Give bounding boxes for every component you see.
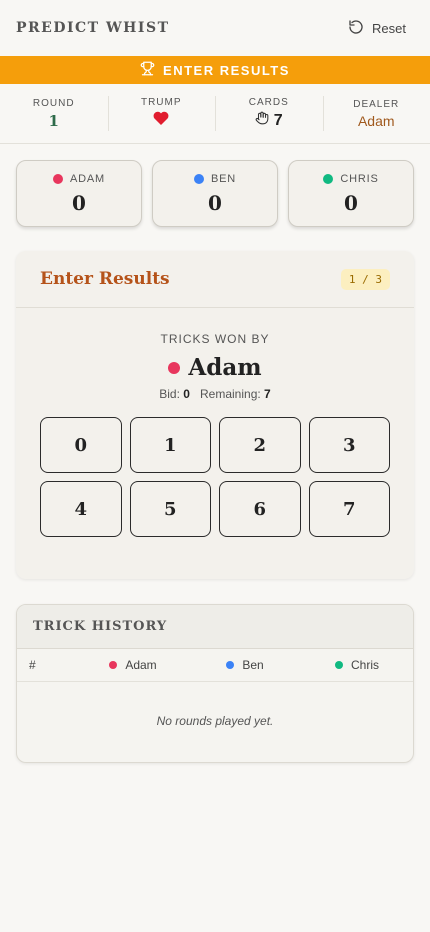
reset-icon bbox=[348, 19, 364, 38]
panel-header: Enter Results 1 / 3 bbox=[16, 251, 414, 308]
player-score: 0 bbox=[72, 190, 86, 215]
player-color-dot bbox=[193, 173, 204, 184]
cards-info-cell: CARDS 7 bbox=[215, 84, 323, 143]
player-color-dot bbox=[109, 661, 118, 669]
bid-label: Bid: bbox=[159, 387, 180, 401]
column-label: Adam bbox=[125, 658, 157, 672]
player-score: 0 bbox=[344, 190, 358, 215]
current-player-dot bbox=[168, 361, 181, 374]
banner-label: ENTER RESULTS bbox=[163, 62, 290, 78]
player-card-chris: CHRIS 0 bbox=[288, 160, 414, 227]
progress-badge: 1 / 3 bbox=[340, 268, 390, 290]
tricks-options: 0 1 2 3 4 5 6 7 bbox=[16, 417, 414, 537]
player-name: BEN bbox=[210, 172, 237, 185]
player-card-ben: BEN 0 bbox=[152, 160, 278, 227]
tricks-option-button[interactable]: 1 bbox=[129, 417, 211, 473]
tricks-won-label: TRICKS WON BY bbox=[160, 332, 270, 346]
cards-value: 7 bbox=[273, 111, 283, 129]
round-info-cell: ROUND 1 bbox=[0, 84, 108, 143]
history-columns: # Adam Ben Chris bbox=[17, 649, 413, 682]
tricks-option-button[interactable]: 6 bbox=[219, 481, 301, 537]
tricks-option-button[interactable]: 7 bbox=[308, 481, 390, 537]
tricks-option-button[interactable]: 5 bbox=[129, 481, 211, 537]
player-color-dot bbox=[226, 661, 235, 669]
column-chris: Chris bbox=[301, 658, 413, 672]
player-name-row: BEN bbox=[193, 172, 237, 185]
history-title: TRICK HISTORY bbox=[33, 619, 168, 634]
cards-value-wrap: 7 bbox=[255, 111, 283, 130]
reset-label: Reset bbox=[372, 20, 406, 36]
current-player: Adam bbox=[16, 354, 414, 381]
column-adam: Adam bbox=[77, 658, 189, 672]
tricks-option-button[interactable]: 3 bbox=[308, 417, 390, 473]
app-title: PREDICT WHIST bbox=[16, 20, 170, 36]
player-score: 0 bbox=[208, 190, 222, 215]
remaining-label: Remaining: bbox=[200, 387, 261, 401]
bid-line: Bid: 0 Remaining: 7 bbox=[16, 387, 414, 401]
enter-results-panel: Enter Results 1 / 3 TRICKS WON BY Adam B… bbox=[16, 251, 414, 579]
trick-history: TRICK HISTORY # Adam Ben Chris No rounds… bbox=[16, 604, 414, 763]
column-label: Ben bbox=[242, 658, 264, 672]
remaining-value: 7 bbox=[264, 387, 271, 401]
empty-history-message: No rounds played yet. bbox=[156, 714, 274, 728]
hand-icon bbox=[255, 111, 269, 130]
history-header: TRICK HISTORY bbox=[17, 605, 413, 649]
reset-button[interactable]: Reset bbox=[348, 13, 414, 44]
player-color-dot bbox=[323, 173, 334, 184]
player-color-dot bbox=[334, 661, 343, 669]
player-card-adam: ADAM 0 bbox=[16, 160, 142, 227]
dealer-label: DEALER bbox=[353, 98, 400, 110]
dealer-info-cell: DEALER Adam bbox=[322, 84, 430, 143]
column-label: Chris bbox=[350, 658, 379, 672]
cards-label: CARDS bbox=[248, 97, 289, 108]
trophy-icon bbox=[140, 61, 155, 79]
round-number-column: # bbox=[29, 658, 36, 672]
player-color-dot bbox=[53, 173, 63, 184]
player-name-row: CHRIS bbox=[323, 173, 378, 185]
panel-title: Enter Results bbox=[40, 269, 170, 289]
phase-banner: ENTER RESULTS bbox=[0, 56, 430, 84]
player-name: ADAM bbox=[70, 172, 105, 185]
tricks-option-button[interactable]: 4 bbox=[40, 481, 122, 537]
top-bar: PREDICT WHIST Reset bbox=[0, 0, 430, 56]
player-name: CHRIS bbox=[340, 172, 379, 185]
heart-icon bbox=[153, 111, 169, 130]
trump-info-cell: TRUMP bbox=[107, 84, 216, 143]
trump-label: TRUMP bbox=[140, 97, 182, 108]
dealer-value: Adam bbox=[357, 112, 395, 129]
tricks-option-button[interactable]: 2 bbox=[219, 417, 301, 473]
player-scores: ADAM 0 BEN 0 CHRIS 0 bbox=[0, 144, 430, 227]
round-value: 1 bbox=[48, 111, 59, 130]
round-info: ROUND 1 TRUMP CARDS 7 DEALER Adam bbox=[0, 84, 430, 144]
round-label: ROUND bbox=[32, 97, 75, 109]
tricks-option-button[interactable]: 0 bbox=[40, 417, 122, 473]
player-name-row: ADAM bbox=[53, 173, 105, 185]
bid-value: 0 bbox=[183, 387, 190, 401]
column-ben: Ben bbox=[189, 658, 301, 672]
current-player-name: Adam bbox=[188, 354, 262, 381]
